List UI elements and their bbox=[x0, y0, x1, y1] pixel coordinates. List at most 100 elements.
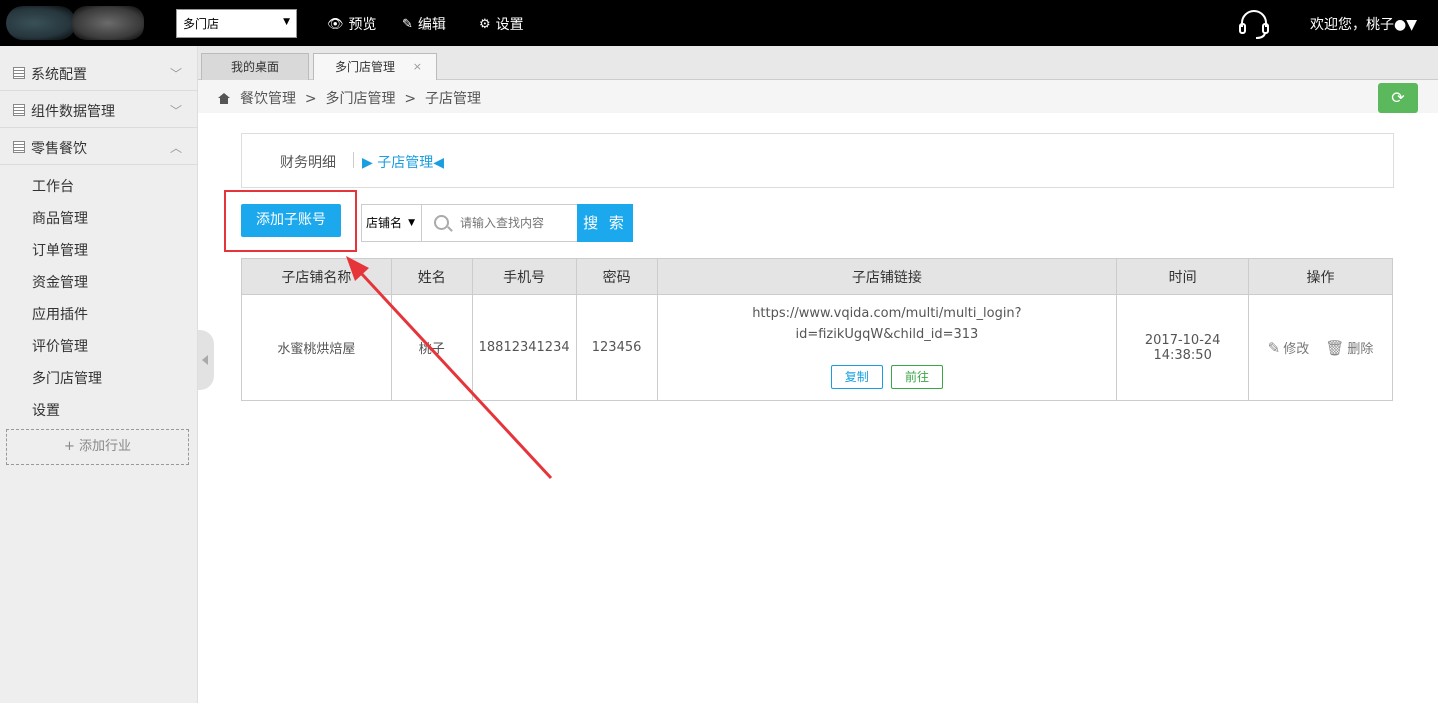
logo bbox=[0, 0, 150, 46]
search-button[interactable]: 搜 索 bbox=[577, 204, 633, 242]
sidebar-group-system-config[interactable]: 系统配置 ﹀ bbox=[0, 54, 198, 91]
edit-icon: ✎ bbox=[402, 16, 413, 32]
search-icon bbox=[434, 215, 449, 230]
delete-row-button[interactable]: 🗑 删除 bbox=[1325, 338, 1374, 358]
triangle-left-icon: ◀ bbox=[433, 155, 445, 171]
delete-label: 删除 bbox=[1347, 342, 1374, 357]
sidebar-item-workbench[interactable]: 工作台 bbox=[32, 176, 74, 196]
cell-actions: ✎ 修改 🗑 删除 bbox=[1248, 294, 1393, 401]
store-select-value: 多门店 bbox=[183, 17, 220, 31]
sidebar-item-multi-store[interactable]: 多门店管理 bbox=[32, 368, 102, 388]
chevron-up-icon: ︿ bbox=[169, 141, 182, 155]
chevron-down-icon: ﹀ bbox=[169, 67, 182, 81]
search-input[interactable] bbox=[460, 214, 575, 232]
cell-name: 桃子 bbox=[390, 294, 473, 401]
subtab-label: 子店管理 bbox=[377, 155, 434, 171]
close-icon[interactable]: × bbox=[413, 54, 422, 80]
sidebar-item-settings[interactable]: 设置 bbox=[32, 400, 60, 420]
column-header: 子店铺名称 bbox=[241, 258, 392, 295]
refresh-icon: ⟳ bbox=[1391, 88, 1405, 107]
edit-label: 修改 bbox=[1283, 342, 1310, 357]
user-avatar-icon: ● bbox=[1394, 17, 1407, 33]
sidebar-item-plugins[interactable]: 应用插件 bbox=[32, 304, 88, 324]
cell-time: 2017-10-24 14:38:50 bbox=[1116, 294, 1250, 401]
edit-link[interactable]: ✎ 编辑 bbox=[402, 14, 446, 34]
breadcrumb-bar: 餐饮管理 > 多门店管理 > 子店管理 ⟳ bbox=[198, 80, 1438, 113]
sidebar-item-products[interactable]: 商品管理 bbox=[32, 208, 88, 228]
link-text: https://www.vqida.com/multi/multi_login?… bbox=[658, 303, 1117, 345]
copy-button[interactable]: 复制 bbox=[830, 364, 883, 389]
list-icon bbox=[13, 104, 25, 116]
tab-label: 我的桌面 bbox=[230, 60, 279, 74]
search-category-select[interactable]: 店铺名 ▼ bbox=[362, 205, 422, 241]
settings-label: 设置 bbox=[495, 17, 524, 33]
triangle-right-icon: ▶ bbox=[362, 155, 373, 171]
divider bbox=[353, 152, 354, 168]
link-actions: 复制 前往 bbox=[658, 364, 1117, 389]
subtab-finance-detail[interactable]: 财务明细 bbox=[280, 152, 336, 172]
list-icon bbox=[13, 141, 25, 153]
caret-down-icon: ▼ bbox=[408, 218, 415, 228]
user-menu[interactable]: 欢迎您，桃子●▼ bbox=[1310, 14, 1417, 34]
cell-password: 123456 bbox=[575, 294, 658, 401]
tab-my-desktop[interactable]: 我的桌面 bbox=[201, 53, 309, 80]
sidebar-item-funds[interactable]: 资金管理 bbox=[32, 272, 88, 292]
search-category-value: 店铺名 bbox=[366, 216, 403, 230]
subtab-sub-store-management[interactable]: ▶ 子店管理◀ bbox=[362, 152, 444, 172]
preview-label: 预览 bbox=[348, 17, 377, 33]
logo-shape bbox=[6, 6, 76, 40]
cell-store-name: 水蜜桃烘焙屋 bbox=[241, 294, 392, 401]
top-bar: 多门店 ▼ 👁 预览 ✎ 编辑 ⚙ 设置 欢迎您，桃子●▼ bbox=[0, 0, 1438, 46]
sub-store-table: 子店铺名称 姓名 手机号 密码 子店铺链接 时间 操作 水蜜桃烘焙屋 桃子 18… bbox=[241, 258, 1393, 401]
caret-down-icon: ▼ bbox=[283, 17, 290, 27]
list-icon bbox=[13, 67, 25, 79]
edit-label: 编辑 bbox=[417, 17, 446, 33]
add-sub-account-button[interactable]: 添加子账号 bbox=[241, 204, 341, 237]
caret-down-icon: ▼ bbox=[1406, 17, 1417, 33]
logo-shape bbox=[72, 6, 144, 40]
cell-link: https://www.vqida.com/multi/multi_login?… bbox=[656, 294, 1118, 401]
welcome-text: 欢迎您，桃子 bbox=[1310, 17, 1394, 33]
go-button[interactable]: 前往 bbox=[890, 364, 943, 389]
store-select[interactable]: 多门店 ▼ bbox=[176, 9, 297, 38]
cell-phone: 18812341234 bbox=[471, 294, 577, 401]
tab-label: 多门店管理 bbox=[335, 60, 396, 74]
column-header: 手机号 bbox=[471, 258, 577, 295]
column-header: 时间 bbox=[1116, 258, 1250, 295]
sidebar-collapse-handle[interactable] bbox=[198, 330, 214, 390]
column-header: 姓名 bbox=[390, 258, 473, 295]
chevron-down-icon: ﹀ bbox=[169, 104, 182, 118]
sidebar-item-orders[interactable]: 订单管理 bbox=[32, 240, 88, 260]
breadcrumb: 餐饮管理 > 多门店管理 > 子店管理 bbox=[218, 88, 481, 108]
search-group: 店铺名 ▼ 搜 索 bbox=[361, 204, 633, 242]
home-icon bbox=[218, 93, 230, 104]
settings-link[interactable]: ⚙ 设置 bbox=[479, 14, 524, 34]
link-line: id=fizikUgqW&child_id=313 bbox=[795, 326, 979, 342]
tab-strip: 我的桌面 多门店管理 × bbox=[198, 46, 1438, 80]
headset-icon[interactable] bbox=[1237, 9, 1271, 39]
preview-link[interactable]: 👁 预览 bbox=[327, 14, 377, 34]
table-row: 水蜜桃烘焙屋 桃子 18812341234 123456 https://www… bbox=[241, 294, 1393, 401]
add-industry-button[interactable]: + 添加行业 bbox=[6, 429, 189, 465]
sidebar-item-reviews[interactable]: 评价管理 bbox=[32, 336, 88, 356]
sidebar-group-label: 零售餐饮 bbox=[31, 141, 87, 157]
column-header: 密码 bbox=[575, 258, 658, 295]
edit-icon: ✎ bbox=[1267, 338, 1281, 357]
edit-row-button[interactable]: ✎ 修改 bbox=[1267, 338, 1310, 358]
sidebar: 系统配置 ﹀ 组件数据管理 ﹀ 零售餐饮 ︿ 工作台 商品管理 订单管理 资金管… bbox=[0, 46, 198, 703]
breadcrumb-text: 餐饮管理 > 多门店管理 > 子店管理 bbox=[240, 91, 482, 107]
refresh-button[interactable]: ⟳ bbox=[1378, 83, 1418, 113]
gear-icon: ⚙ bbox=[479, 16, 491, 32]
link-line: https://www.vqida.com/multi/multi_login? bbox=[752, 305, 1022, 321]
sidebar-group-retail-dining[interactable]: 零售餐饮 ︿ bbox=[0, 128, 198, 165]
eye-icon: 👁 bbox=[327, 16, 344, 32]
table-header-row: 子店铺名称 姓名 手机号 密码 子店铺链接 时间 操作 bbox=[241, 258, 1393, 295]
column-header: 子店铺链接 bbox=[656, 258, 1118, 295]
trash-icon: 🗑 bbox=[1325, 338, 1345, 357]
sidebar-group-component-data[interactable]: 组件数据管理 ﹀ bbox=[0, 91, 198, 128]
tab-multi-store[interactable]: 多门店管理 × bbox=[313, 53, 437, 80]
sub-tabs: 财务明细 ▶ 子店管理◀ bbox=[241, 133, 1394, 188]
sidebar-group-label: 系统配置 bbox=[31, 67, 87, 83]
column-header: 操作 bbox=[1248, 258, 1393, 295]
sidebar-group-label: 组件数据管理 bbox=[31, 104, 115, 120]
